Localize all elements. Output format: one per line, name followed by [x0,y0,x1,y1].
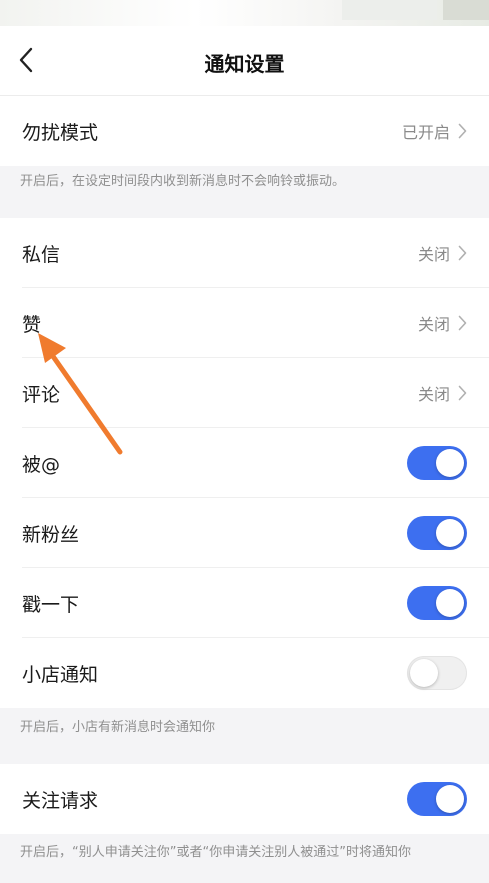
row-private-messages[interactable]: 私信 关闭 [0,218,489,288]
row-label: 赞 [22,313,42,336]
row-shop-notifications: 小店通知 [0,638,489,708]
toggle-knob [436,449,464,477]
toggle-knob [436,589,464,617]
poke-toggle[interactable] [407,586,467,620]
nav-bar: 通知设置 [0,26,489,96]
row-new-followers: 新粉丝 [0,498,489,568]
row-label: 私信 [22,243,61,266]
toggle-knob [410,659,438,687]
toggle-knob [436,785,464,813]
chevron-right-icon [458,245,467,261]
dnd-value: 已开启 [401,123,450,142]
blurred-area [342,0,437,20]
new-followers-toggle[interactable] [407,516,467,550]
toggle-knob [436,519,464,547]
dnd-row[interactable]: 勿扰模式 已开启 [0,96,489,166]
row-follow-requests: 关注请求 [0,764,489,834]
row-poke: 戳一下 [0,568,489,638]
row-label: 评论 [22,383,61,406]
mentions-toggle[interactable] [407,446,467,480]
row-value: 关闭 [417,385,450,404]
row-label: 关注请求 [22,789,99,812]
shop-notifications-toggle[interactable] [407,656,467,690]
row-mentions: 被@ [0,428,489,498]
row-label: 戳一下 [22,593,80,616]
chevron-right-icon [458,123,467,139]
chevron-right-icon [458,315,467,331]
row-label: 被@ [22,453,61,476]
row-value: 关闭 [417,315,450,334]
row-label: 小店通知 [22,663,99,686]
chevron-right-icon [458,385,467,401]
follow-requests-toggle[interactable] [407,782,467,816]
row-comments[interactable]: 评论 关闭 [0,358,489,428]
dnd-hint: 开启后，在设定时间段内收到新消息时不会响铃或振动。 [0,172,489,192]
row-value: 关闭 [417,245,450,264]
blurred-area [443,0,489,20]
page-title: 通知设置 [204,52,285,76]
follow-hint: 开启后，“别人申请关注你”或者“你申请关注别人被通过”时将通知你 [0,843,489,863]
dnd-label: 勿扰模式 [22,121,99,144]
shop-hint: 开启后，小店有新消息时会通知你 [0,718,489,738]
top-status-strip [0,0,489,26]
row-label: 新粉丝 [22,523,80,546]
row-likes[interactable]: 赞 关闭 [0,288,489,358]
